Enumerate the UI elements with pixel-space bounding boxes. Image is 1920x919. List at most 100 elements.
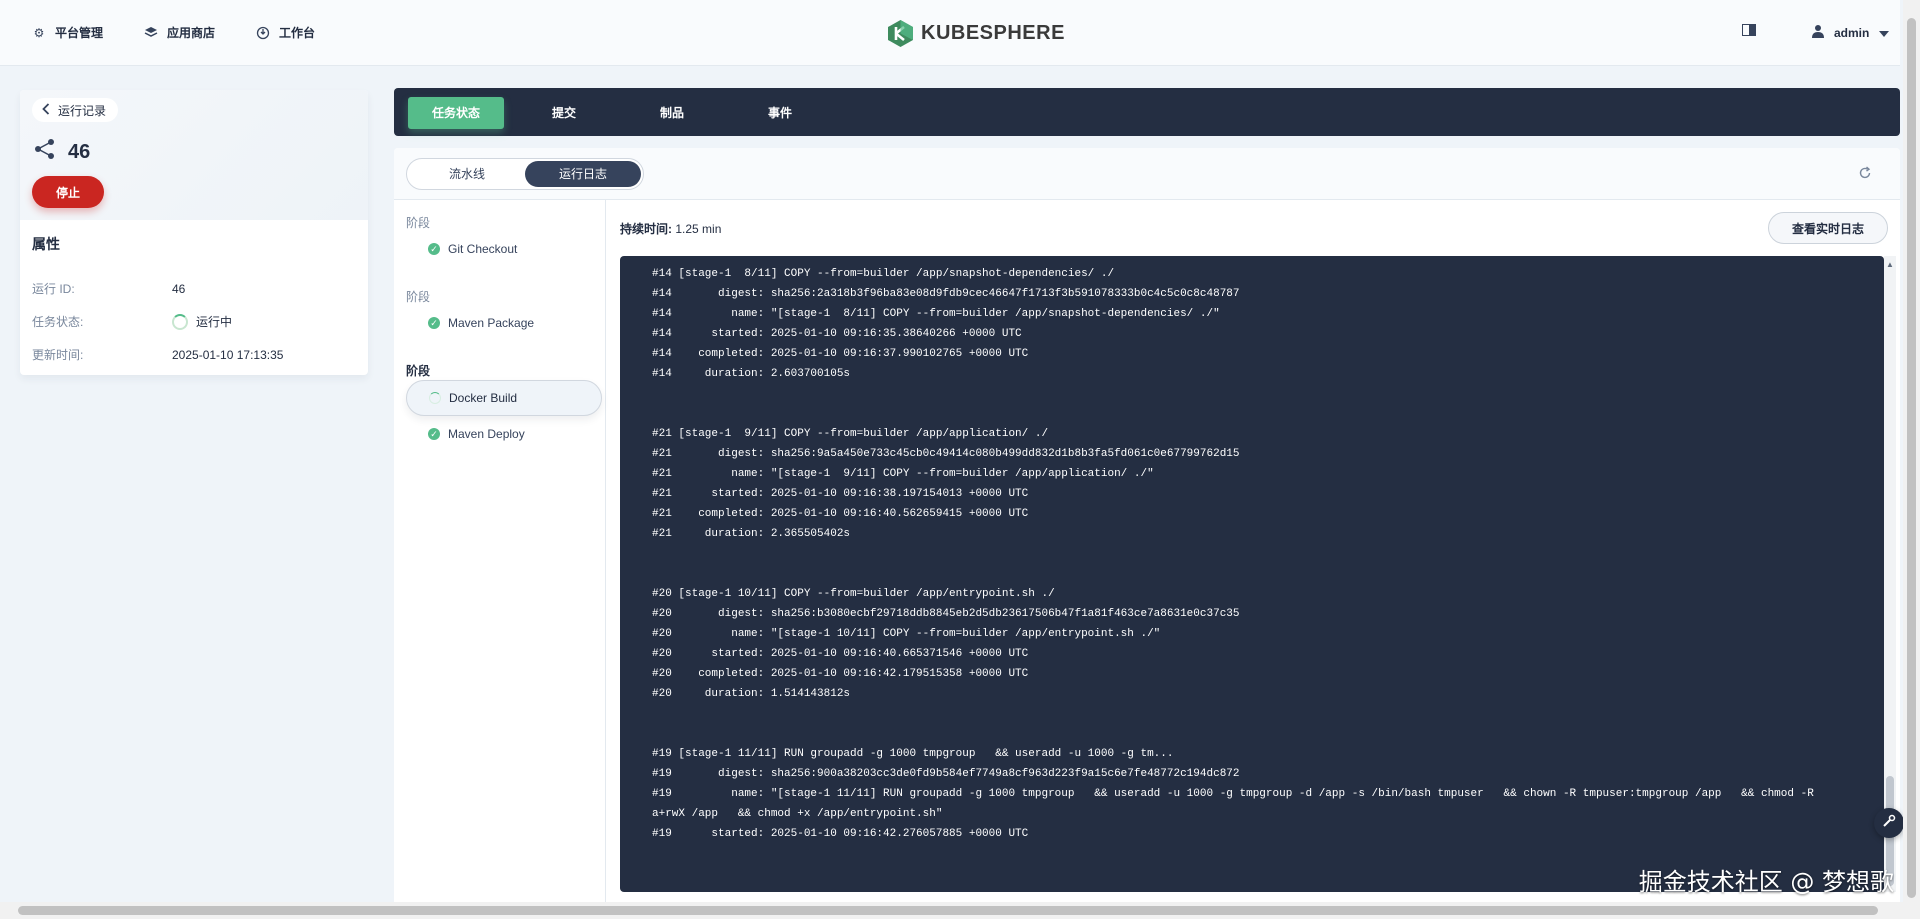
detail-tabs: 任务状态 提交 制品 事件 xyxy=(394,88,1900,136)
check-circle-icon: ✓ xyxy=(428,428,440,440)
log-line: #20 digest: sha256:b3080ecbf29718ddb8845… xyxy=(652,608,1240,620)
workbench-icon xyxy=(256,26,270,40)
stage-name: Maven Package xyxy=(448,316,535,330)
log-line: #19 name: "[stage-1 11/11] RUN groupadd … xyxy=(652,788,1814,800)
view-live-log-button[interactable]: 查看实时日志 xyxy=(1768,212,1888,244)
duration-label: 持续时间: xyxy=(620,222,672,236)
log-line: #14 [stage-1 8/11] COPY --from=builder /… xyxy=(652,268,1115,280)
log-line: #19 [stage-1 11/11] RUN groupadd -g 1000… xyxy=(652,748,1174,760)
page-vertical-scrollbar[interactable] xyxy=(1903,0,1920,919)
segment-pipeline[interactable]: 流水线 xyxy=(409,161,525,187)
log-scrollbar[interactable]: ▲ xyxy=(1884,256,1896,892)
page-vertical-scrollbar-thumb[interactable] xyxy=(1907,18,1916,898)
run-number: 46 xyxy=(68,140,91,163)
chevron-left-icon xyxy=(42,102,50,118)
duration-value: 1.25 min xyxy=(675,222,722,236)
kubesphere-logo-icon xyxy=(888,20,913,47)
nav-label: 应用商店 xyxy=(167,26,216,40)
refresh-icon[interactable] xyxy=(1858,166,1872,180)
log-line: #20 started: 2025-01-10 09:16:40.6653715… xyxy=(652,648,1029,660)
app-store-icon xyxy=(144,26,158,40)
page-horizontal-scrollbar[interactable] xyxy=(0,902,1903,919)
nav-label: 平台管理 xyxy=(55,26,104,40)
caret-down-icon xyxy=(1879,26,1890,40)
stage-name: Docker Build xyxy=(449,391,518,405)
kubesphere-logo[interactable]: KUBESPHERE xyxy=(888,20,1065,47)
page-horizontal-scrollbar-thumb[interactable] xyxy=(18,906,1878,915)
user-menu[interactable]: admin xyxy=(1812,24,1890,41)
attributes-title: 属性 xyxy=(32,236,60,252)
log-spacer xyxy=(652,704,1852,744)
tab-task-status[interactable]: 任务状态 xyxy=(408,97,505,129)
stage-maven-deploy[interactable]: ✓ Maven Deploy xyxy=(406,416,602,452)
log-line: a+rwX /app && chmod +x /app/entrypoint.s… xyxy=(652,808,943,820)
duration: 持续时间: 1.25 min xyxy=(620,220,721,237)
attributes-section: 属性 运行 ID: 46 任务状态: 运行中 更新时间: 2025-01-10 … xyxy=(20,220,368,375)
stage-section-label: 阶段 xyxy=(406,290,431,304)
attr-task-status: 任务状态: 运行中 xyxy=(32,305,356,338)
attr-value: 2025-01-10 17:13:35 xyxy=(172,347,284,362)
log-line: #14 completed: 2025-01-10 09:16:37.99010… xyxy=(652,348,1029,360)
attr-updated-time: 更新时间: 2025-01-10 17:13:35 xyxy=(32,338,356,371)
log-line: #21 name: "[stage-1 9/11] COPY --from=bu… xyxy=(652,468,1154,480)
stage-git-checkout[interactable]: ✓ Git Checkout xyxy=(406,231,602,267)
attr-key: 更新时间: xyxy=(32,348,84,362)
nav-app-store[interactable]: 应用商店 xyxy=(144,24,215,41)
log-line: #14 duration: 2.603700105s xyxy=(652,368,851,380)
attr-value: 运行中 xyxy=(196,315,233,329)
segment-run-log[interactable]: 运行日志 xyxy=(525,161,641,187)
stage-docker-build[interactable]: Docker Build xyxy=(406,380,602,416)
tool-wrench-icon[interactable] xyxy=(1874,808,1904,838)
stage-maven-package[interactable]: ✓ Maven Package xyxy=(406,305,602,341)
stage-section-label: 阶段 xyxy=(406,364,431,378)
run-info-card: 运行记录 46 停止 属性 运行 ID: 46 任务状态: 运行中 更新时间: … xyxy=(20,90,368,375)
log-line: #20 name: "[stage-1 10/11] COPY --from=b… xyxy=(652,628,1161,640)
check-circle-icon: ✓ xyxy=(428,317,440,329)
log-line: #14 started: 2025-01-10 09:16:35.3864026… xyxy=(652,328,1022,340)
running-spinner-icon xyxy=(429,392,441,404)
run-info-header: 运行记录 46 停止 xyxy=(20,90,368,220)
log-line: #19 started: 2025-01-10 09:16:42.2760578… xyxy=(652,828,1029,840)
log-spacer xyxy=(652,384,1852,424)
attr-value: 46 xyxy=(172,281,186,296)
log-line: #21 digest: sha256:9a5a450e733c45cb0c494… xyxy=(652,448,1240,460)
task-status-panel: 流水线 运行日志 阶段 ✓ Git Checkout 阶段 ✓ Maven Pa… xyxy=(394,148,1900,908)
stop-button[interactable]: 停止 xyxy=(32,176,104,208)
tab-events[interactable]: 事件 xyxy=(744,97,816,129)
run-title: 46 xyxy=(34,138,90,166)
log-line: #21 [stage-1 9/11] COPY --from=builder /… xyxy=(652,428,1049,440)
back-to-run-records-button[interactable]: 运行记录 xyxy=(32,98,119,122)
log-line: #21 duration: 2.365505402s xyxy=(652,528,851,540)
log-spacer xyxy=(652,544,1852,584)
stage-name: Git Checkout xyxy=(448,242,518,256)
top-navbar: ⚙ 平台管理 应用商店 工作台 KUBESPHERE admin xyxy=(0,0,1900,66)
pipeline-icon xyxy=(34,138,56,166)
log-lines: #14 [stage-1 8/11] COPY --from=builder /… xyxy=(652,264,1852,844)
layout-toggle-icon[interactable] xyxy=(1742,24,1756,39)
watermark: 掘金技术社区 @ 梦想歌 xyxy=(1638,868,1894,896)
attr-value-wrap: 运行中 xyxy=(172,313,232,330)
gear-icon: ⚙ xyxy=(33,25,45,40)
attr-run-id: 运行 ID: 46 xyxy=(32,272,356,305)
log-line: #20 [stage-1 10/11] COPY --from=builder … xyxy=(652,588,1055,600)
log-line: #21 completed: 2025-01-10 09:16:40.56265… xyxy=(652,508,1029,520)
log-line: #14 name: "[stage-1 8/11] COPY --from=bu… xyxy=(652,308,1220,320)
stage-section-label: 阶段 xyxy=(406,216,431,230)
check-circle-icon: ✓ xyxy=(428,243,440,255)
scroll-up-icon[interactable]: ▲ xyxy=(1886,260,1894,269)
log-viewer[interactable]: #14 [stage-1 8/11] COPY --from=builder /… xyxy=(620,256,1896,892)
log-line: #19 digest: sha256:900a38203cc3de0fd9b58… xyxy=(652,768,1240,780)
attr-key: 运行 ID: xyxy=(32,282,75,296)
back-label: 运行记录 xyxy=(58,103,107,118)
running-spinner-icon xyxy=(172,313,188,330)
tab-artifacts[interactable]: 制品 xyxy=(636,97,708,129)
nav-workbench[interactable]: 工作台 xyxy=(256,24,315,41)
tab-commits[interactable]: 提交 xyxy=(528,97,600,129)
log-line: #21 started: 2025-01-10 09:16:38.1971540… xyxy=(652,488,1029,500)
stage-name: Maven Deploy xyxy=(448,427,525,441)
user-icon xyxy=(1812,24,1824,41)
nav-platform-management[interactable]: ⚙ 平台管理 xyxy=(32,24,103,41)
view-segmented-control: 流水线 运行日志 xyxy=(406,158,644,190)
nav-label: 工作台 xyxy=(279,26,316,40)
stages-sidebar: 阶段 ✓ Git Checkout 阶段 ✓ Maven Package 阶段 … xyxy=(394,200,606,908)
